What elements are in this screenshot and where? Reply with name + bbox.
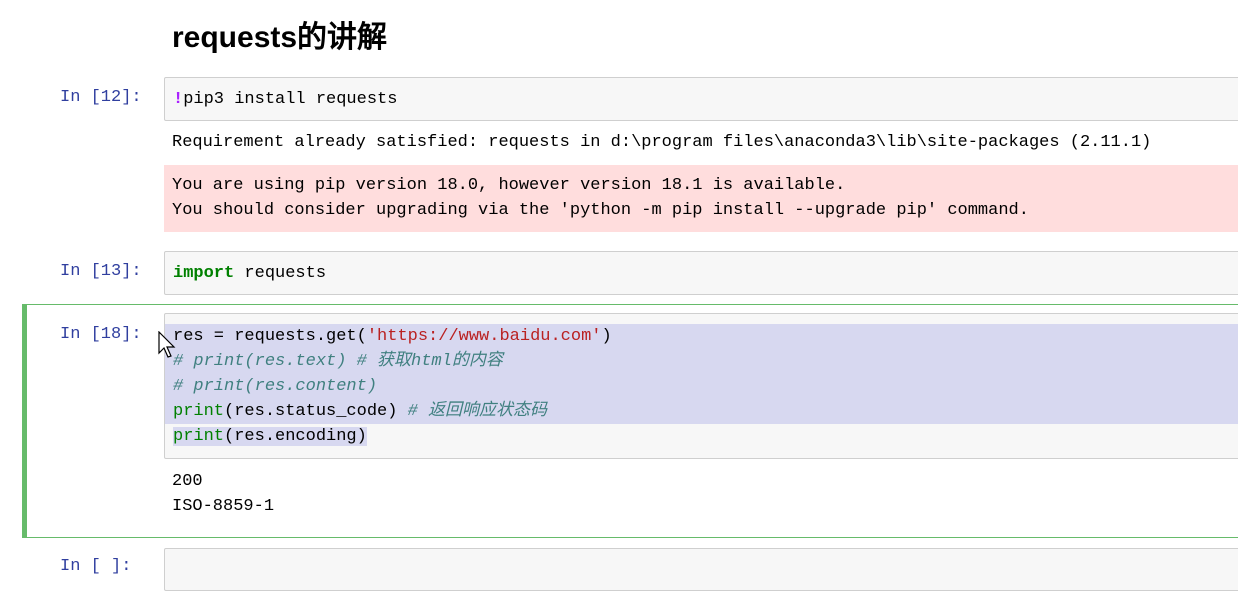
code-line: res = requests.get('https://www.baidu.co… (165, 324, 1238, 349)
code-line: print(res.encoding) (165, 424, 1238, 449)
code-token: ! (173, 90, 184, 109)
code-input-cell-12[interactable]: !pip3 install requests (164, 77, 1238, 121)
code-input-cell-13[interactable]: import requests (164, 251, 1238, 295)
code-token: import (173, 264, 235, 283)
code-token: (res.status_code) (224, 402, 408, 421)
output-line: ISO-8859-1 (172, 497, 275, 516)
code-line: # print(res.content) (165, 374, 1238, 399)
cell-prompt: In [18]: (60, 325, 142, 344)
code-input-cell-18[interactable]: res = requests.get('https://www.baidu.co… (164, 313, 1238, 459)
cell-prompt: In [13]: (60, 262, 142, 281)
cell-prompt: In [ ]: (60, 557, 132, 576)
code-input-empty[interactable] (164, 548, 1238, 591)
code-comment: # print(res.content) (173, 377, 378, 396)
code-string: 'https://www.baidu.com' (366, 327, 602, 346)
stderr-line: You should consider upgrading via the 'p… (172, 201, 1029, 220)
code-comment: # print(res.text) # 获取html的内容 (173, 352, 503, 371)
code-comment: # 返回响应状态码 (407, 402, 548, 421)
cell-stdout: Requirement already satisfied: requests … (172, 133, 1152, 152)
cell-prompt: In [12]: (60, 88, 142, 107)
code-token: ) (601, 327, 612, 346)
code-token: (res.encoding) (224, 427, 367, 446)
cell-stderr: You are using pip version 18.0, however … (164, 165, 1238, 232)
stderr-line: You are using pip version 18.0, however … (172, 176, 846, 195)
code-token: requests (234, 264, 327, 283)
code-token: res = requests.get( (173, 327, 367, 346)
code-line: # print(res.text) # 获取html的内容 (165, 349, 1238, 374)
code-builtin: print (173, 402, 225, 421)
mouse-cursor-icon (158, 331, 176, 358)
code-line: print(res.status_code) # 返回响应状态码 (165, 399, 1238, 424)
code-builtin: print (173, 427, 225, 446)
markdown-heading: requests的讲解 (172, 21, 388, 54)
output-line: 200 (172, 472, 203, 491)
cell-output: 200 ISO-8859-1 (172, 469, 274, 519)
code-token: pip3 install requests (183, 90, 398, 109)
